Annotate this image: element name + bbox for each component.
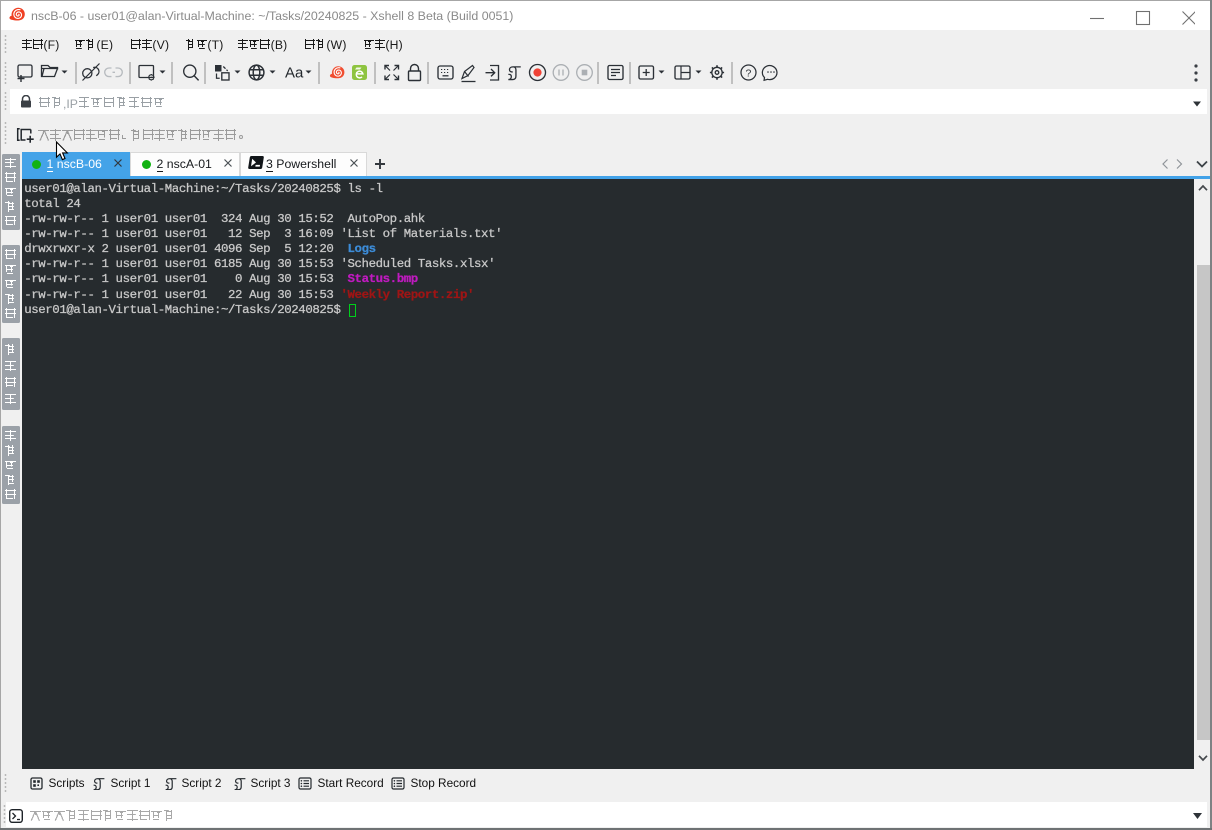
svg-text:Aa: Aa — [285, 65, 304, 82]
svg-text:?: ? — [746, 68, 752, 80]
